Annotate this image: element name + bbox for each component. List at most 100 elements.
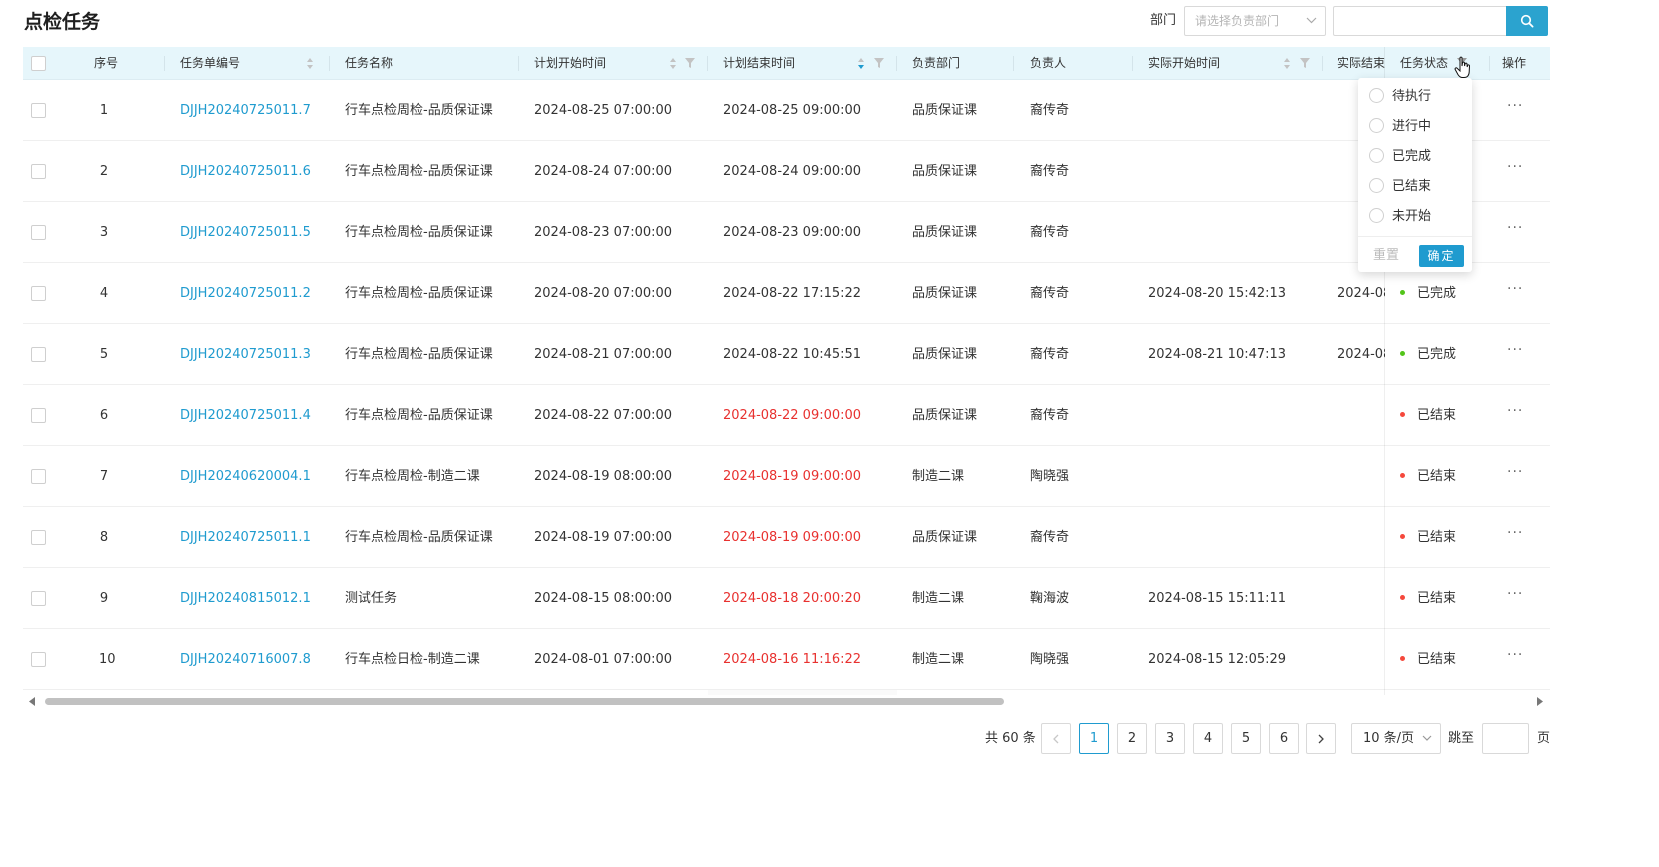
cell-plan-start: 2024-08-19 08:00:00: [534, 469, 673, 484]
cell-task-no[interactable]: DJJH20240725011.4: [180, 385, 311, 446]
more-actions-icon[interactable]: ···: [1507, 159, 1523, 175]
fixed-row: 已结束 ···: [1385, 629, 1550, 690]
cell-task-no[interactable]: DJJH20240725011.3: [180, 324, 311, 385]
row-checkbox[interactable]: [31, 347, 46, 362]
col-divider: [1489, 56, 1490, 71]
status-option[interactable]: 已结束: [1369, 177, 1431, 197]
horizontal-scrollbar[interactable]: [23, 696, 1550, 708]
col-plan-start[interactable]: 计划开始时间: [534, 47, 606, 80]
pagination-page-6[interactable]: 6: [1269, 723, 1299, 754]
row-checkbox[interactable]: [31, 103, 46, 118]
table-row[interactable]: 7 DJJH20240620004.1 行车点检周检-制造二课 2024-08-19 …: [23, 446, 1550, 507]
radio-icon[interactable]: [1369, 208, 1384, 223]
row-checkbox[interactable]: [31, 408, 46, 423]
status-option[interactable]: 未开始: [1369, 207, 1431, 227]
scroll-right-icon[interactable]: [1536, 697, 1543, 709]
pagination-page-4[interactable]: 4: [1193, 723, 1223, 754]
pagination-page-3[interactable]: 3: [1155, 723, 1185, 754]
pagination-prev-button[interactable]: [1041, 723, 1071, 754]
table-row[interactable]: 5 DJJH20240725011.3 行车点检周检-品质保证课 2024-08-21…: [23, 324, 1550, 385]
pagination-page-1[interactable]: 1: [1079, 723, 1109, 754]
row-checkbox[interactable]: [31, 164, 46, 179]
status-option[interactable]: 已完成: [1369, 147, 1431, 167]
col-actual-start[interactable]: 实际开始时间: [1148, 47, 1220, 80]
row-checkbox[interactable]: [31, 225, 46, 240]
select-all-checkbox[interactable]: [31, 56, 46, 71]
jump-page-input[interactable]: [1482, 723, 1529, 754]
more-actions-icon[interactable]: ···: [1507, 525, 1523, 541]
row-checkbox[interactable]: [31, 530, 46, 545]
cell-dept: 品质保证课: [912, 103, 978, 118]
cell-index: 2: [99, 164, 109, 179]
status-dot-icon: [1400, 656, 1405, 661]
radio-icon[interactable]: [1369, 148, 1384, 163]
status-option[interactable]: 进行中: [1369, 117, 1431, 137]
radio-icon[interactable]: [1369, 118, 1384, 133]
table-row[interactable]: 1 DJJH20240725011.7 行车点检周检-品质保证课 2024-08-25…: [23, 80, 1550, 141]
more-actions-icon[interactable]: ···: [1507, 403, 1523, 419]
sort-desc-icon[interactable]: [857, 57, 865, 70]
cell-owner: 裔传奇: [1030, 225, 1070, 240]
scroll-left-icon[interactable]: [29, 697, 36, 709]
filter-icon[interactable]: [874, 58, 884, 68]
radio-icon[interactable]: [1369, 178, 1384, 193]
cell-task-no[interactable]: DJJH20240725011.1: [180, 507, 311, 568]
table-row[interactable]: 4 DJJH20240725011.2 行车点检周检-品质保证课 2024-08-20…: [23, 263, 1550, 324]
col-plan-end[interactable]: 计划结束时间: [723, 47, 795, 80]
table-row[interactable]: 3 DJJH20240725011.5 行车点检周检-品质保证课 2024-08-23…: [23, 202, 1550, 263]
row-checkbox[interactable]: [31, 286, 46, 301]
cell-task-no[interactable]: DJJH20240725011.2: [180, 263, 311, 324]
row-checkbox[interactable]: [31, 652, 46, 667]
pagination-page-5[interactable]: 5: [1231, 723, 1261, 754]
status-badge: 已完成: [1400, 263, 1456, 324]
scrollbar-thumb[interactable]: [45, 698, 1004, 705]
search-button[interactable]: [1506, 6, 1548, 36]
pagination-page-2[interactable]: 2: [1117, 723, 1147, 754]
more-actions-icon[interactable]: ···: [1507, 98, 1523, 114]
sort-icon[interactable]: [669, 57, 677, 70]
search-input[interactable]: [1333, 6, 1507, 36]
dept-select[interactable]: 请选择负责部门: [1184, 6, 1326, 36]
page-size-select[interactable]: 10 条/页: [1351, 723, 1441, 754]
sort-icon[interactable]: [1283, 57, 1291, 70]
more-actions-icon[interactable]: ···: [1507, 647, 1523, 663]
cell-task-no[interactable]: DJJH20240815012.1: [180, 568, 311, 629]
row-checkbox[interactable]: [31, 469, 46, 484]
table-row[interactable]: 8 DJJH20240725011.1 行车点检周检-品质保证课 2024-08-19…: [23, 507, 1550, 568]
more-actions-icon[interactable]: ···: [1507, 586, 1523, 602]
jump-label: 跳至: [1448, 731, 1475, 746]
status-text: 已结束: [1417, 591, 1457, 606]
page-title: 点检任务: [24, 11, 101, 33]
filter-icon[interactable]: [685, 58, 695, 68]
cell-owner: 裔传奇: [1030, 103, 1070, 118]
cell-task-no[interactable]: DJJH20240620004.1: [180, 446, 311, 507]
filter-icon[interactable]: [1300, 58, 1310, 68]
col-task-no[interactable]: 任务单编号: [180, 47, 240, 80]
cell-task-no[interactable]: DJJH20240725011.6: [180, 141, 311, 202]
cell-task-no[interactable]: DJJH20240725011.7: [180, 80, 311, 141]
col-index: 序号: [94, 56, 119, 70]
pagination-next-button[interactable]: [1306, 723, 1336, 754]
cell-task-no[interactable]: DJJH20240716007.8: [180, 629, 311, 690]
cell-plan-start: 2024-08-01 07:00:00: [534, 652, 673, 667]
table-row[interactable]: 6 DJJH20240725011.4 行车点检周检-品质保证课 2024-08-22…: [23, 385, 1550, 446]
filter-reset-button[interactable]: 重置: [1373, 245, 1399, 267]
more-actions-icon[interactable]: ···: [1507, 220, 1523, 236]
status-option-label: 已结束: [1392, 179, 1432, 194]
page: 点检任务 部门 请选择负责部门 序号 任务单编号 任务名称 计划开始时间 计划结…: [0, 0, 1659, 867]
more-actions-icon[interactable]: ···: [1507, 281, 1523, 297]
table-row[interactable]: 10 DJJH20240716007.8 行车点检日检-制造二课 2024-08-01…: [23, 629, 1550, 690]
more-actions-icon[interactable]: ···: [1507, 464, 1523, 480]
sort-icon[interactable]: [306, 57, 314, 70]
table-row[interactable]: 2 DJJH20240725011.6 行车点检周检-品质保证课 2024-08-24…: [23, 141, 1550, 202]
radio-icon[interactable]: [1369, 88, 1384, 103]
row-checkbox[interactable]: [31, 591, 46, 606]
filter-confirm-button[interactable]: 确定: [1419, 245, 1464, 267]
table-row[interactable]: 9 DJJH20240815012.1 测试任务 2024-08-15 08:00:0…: [23, 568, 1550, 629]
cell-actual-start: 2024-08-15 15:11:11: [1148, 591, 1287, 606]
cell-task-no[interactable]: DJJH20240725011.5: [180, 202, 311, 263]
status-option[interactable]: 待执行: [1369, 87, 1431, 107]
chevron-down-icon: [1306, 7, 1317, 46]
more-actions-icon[interactable]: ···: [1507, 342, 1523, 358]
cell-owner: 裔传奇: [1030, 164, 1070, 179]
